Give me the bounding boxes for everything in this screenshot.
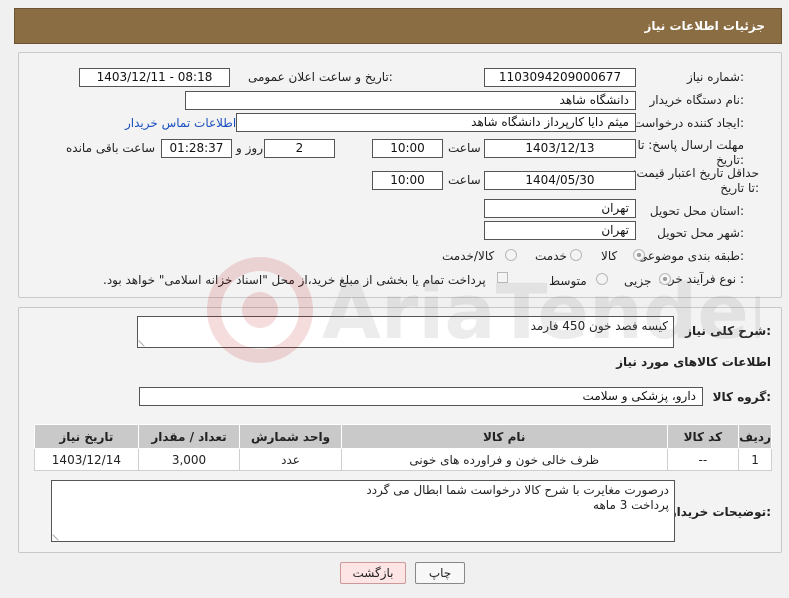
page-title: جزئیات اطلاعات نیاز (644, 19, 765, 33)
price-deadline-label: حداقل تاریخ اعتبار قیمت: تا تاریخ: (632, 166, 759, 195)
province-field: تهران (484, 199, 636, 218)
category-goods-service-radio[interactable] (505, 249, 517, 261)
buyer-org-field: دانشگاه شاهد (185, 91, 636, 110)
buyer-org-label: نام دستگاه خریدار: (649, 93, 745, 107)
cell-code: -- (666, 448, 740, 471)
process-type-label: نوع فرآیند خرید : (659, 272, 744, 286)
need-description-text: کیسه فصد خون 450 فارمد (530, 319, 668, 333)
cell-row: 1 (738, 448, 772, 471)
province-label: استان محل تحویل: (649, 204, 744, 218)
need-number-field: 1103094209000677 (484, 68, 636, 87)
category-label: طبقه بندی موضوعی: (637, 249, 744, 263)
col-row: ردیف (738, 424, 772, 449)
page-header: جزئیات اطلاعات نیاز (14, 8, 782, 44)
reply-date-field: 1403/12/13 (484, 139, 636, 158)
treasury-payment-note: پرداخت تمام یا بخشی از مبلغ خرید،از محل … (103, 273, 486, 287)
price-date-field: 1404/05/30 (484, 171, 636, 190)
announce-date-label: تاریخ و ساعت اعلان عمومی: (248, 70, 393, 84)
reply-time-field: 10:00 (372, 139, 443, 158)
buyer-notes-line-1: درصورت مغایرت با شرح کالا درخواست شما اب… (366, 483, 669, 497)
table-row: 1 -- ظرف خالی خون و فراورده های خونی عدد… (34, 448, 772, 471)
price-time-field: 10:00 (372, 171, 443, 190)
need-description-field: کیسه فصد خون 450 فارمد (137, 316, 674, 348)
reply-time-label: ساعت (448, 141, 481, 155)
buyer-notes-field: درصورت مغایرت با شرح کالا درخواست شما اب… (51, 480, 675, 542)
cell-unit: عدد (239, 448, 342, 471)
category-service-radio[interactable] (570, 249, 582, 261)
process-medium-label: متوسط (549, 274, 587, 288)
process-minor-radio[interactable] (659, 273, 671, 285)
col-name: نام کالا (340, 424, 668, 449)
goods-section-title: اطلاعات کالاهای مورد نیاز (616, 355, 771, 369)
print-button[interactable]: چاپ (415, 562, 465, 584)
resize-grip-icon[interactable] (52, 529, 64, 541)
buyer-contact-link[interactable]: اطلاعات تماس خریدار (125, 116, 236, 130)
col-need-date: تاریخ نیاز (34, 424, 139, 449)
resize-grip-icon[interactable] (138, 335, 150, 347)
back-button[interactable]: بازگشت (340, 562, 406, 584)
buyer-notes-label: توضیحات خریدار: (669, 505, 771, 519)
reply-deadline-label: مهلت ارسال پاسخ: تا تاریخ: (637, 138, 744, 167)
buyer-notes-line-2: پرداخت 3 ماهه (593, 498, 669, 512)
goods-table-header: ردیف کد کالا نام کالا واحد شمارش تعداد /… (34, 424, 772, 449)
category-service-label: خدمت (535, 249, 567, 263)
process-medium-radio[interactable] (596, 273, 608, 285)
col-code: کد کالا (666, 424, 740, 449)
cell-name: ظرف خالی خون و فراورده های خونی (340, 448, 668, 471)
category-goods-service-label: کالا/خدمت (442, 249, 495, 263)
remaining-time-field: 01:28:37 (161, 139, 232, 158)
need-number-label: شماره نیاز: (686, 70, 744, 84)
days-field: 2 (264, 139, 335, 158)
need-description-label: شرح کلی نیاز: (685, 324, 771, 338)
goods-group-label: گروه کالا: (712, 390, 771, 404)
remaining-time-label: ساعت باقی مانده (66, 141, 156, 155)
days-label: روز و (236, 141, 263, 155)
cell-quantity: 3,000 (137, 448, 241, 471)
col-quantity: تعداد / مقدار (137, 424, 241, 449)
creator-label: ایجاد کننده درخواست: (633, 116, 744, 130)
category-goods-radio[interactable] (633, 249, 645, 261)
process-minor-label: جزیی (624, 274, 652, 288)
goods-group-field: دارو، پزشکی و سلامت (139, 387, 703, 406)
goods-table: ردیف کد کالا نام کالا واحد شمارش تعداد /… (34, 424, 772, 471)
treasury-payment-checkbox[interactable] (497, 272, 508, 283)
category-goods-label: کالا (601, 249, 618, 263)
cell-need-date: 1403/12/14 (34, 448, 139, 471)
creator-field: میثم دایا کارپرداز دانشگاه شاهد (236, 113, 636, 132)
city-field: تهران (484, 221, 636, 240)
announce-date-field: 1403/12/11 - 08:18 (79, 68, 230, 87)
city-label: شهر محل تحویل: (657, 226, 744, 240)
col-unit: واحد شمارش (239, 424, 342, 449)
price-time-label: ساعت (448, 173, 481, 187)
